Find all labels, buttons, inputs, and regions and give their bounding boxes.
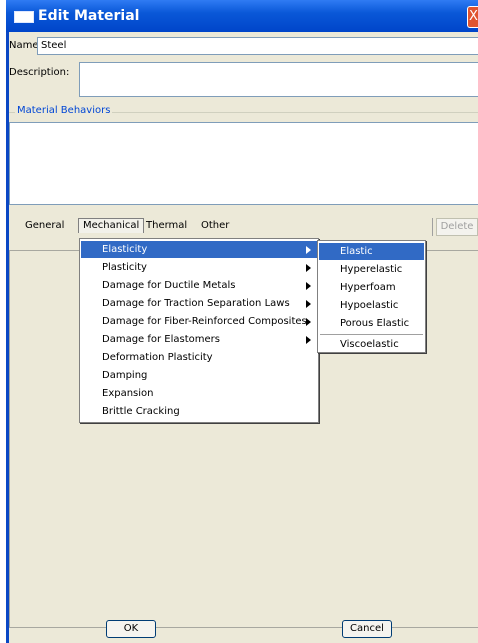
ok-button[interactable]: OK: [106, 620, 156, 638]
menu-item-damage-ductile[interactable]: Damage for Ductile Metals: [81, 277, 317, 294]
behaviors-list[interactable]: [9, 122, 478, 205]
menu-item-damage-traction[interactable]: Damage for Traction Separation Laws: [81, 295, 317, 312]
name-field[interactable]: Steel: [37, 37, 478, 55]
menu-item-plasticity[interactable]: Plasticity: [81, 259, 317, 276]
elasticity-submenu: Elastic Hyperelastic Hyperfoam Hypoelast…: [317, 240, 426, 353]
menu-item-deformation-plasticity[interactable]: Deformation Plasticity: [81, 349, 317, 366]
submenu-arrow-icon: [306, 300, 311, 308]
menu-item-brittle-cracking[interactable]: Brittle Cracking: [81, 403, 317, 420]
delete-button[interactable]: Delete: [436, 218, 478, 236]
submenu-arrow-icon: [306, 318, 311, 326]
submenu-arrow-icon: [306, 336, 311, 344]
menu-other[interactable]: Other: [201, 220, 229, 231]
submenu-item-porous-elastic[interactable]: Porous Elastic: [319, 315, 424, 332]
menu-thermal[interactable]: Thermal: [146, 220, 187, 231]
menubar-separator: [432, 218, 433, 236]
close-icon[interactable]: X: [467, 6, 478, 28]
window-icon: [14, 11, 34, 23]
menu-item-damping[interactable]: Damping: [81, 367, 317, 384]
close-glyph: X: [469, 9, 478, 24]
behavior-menubar: General Mechanical Thermal Other Delete: [9, 216, 478, 238]
submenu-arrow-icon: [306, 282, 311, 290]
submenu-separator: [320, 334, 423, 335]
description-label: Description:: [9, 67, 70, 78]
submenu-item-viscoelastic[interactable]: Viscoelastic: [319, 336, 424, 353]
menu-item-damage-fiber[interactable]: Damage for Fiber-Reinforced Composites: [81, 313, 317, 330]
window-title: Edit Material: [38, 8, 140, 24]
cancel-button[interactable]: Cancel: [342, 620, 392, 638]
mechanical-dropdown: Elasticity Plasticity Damage for Ductile…: [79, 238, 319, 423]
menu-item-damage-elastomers[interactable]: Damage for Elastomers: [81, 331, 317, 348]
title-bar[interactable]: Edit Material X: [6, 0, 478, 32]
menu-general[interactable]: General: [25, 220, 64, 231]
submenu-arrow-icon: [306, 246, 311, 254]
menu-mechanical[interactable]: Mechanical: [78, 218, 145, 233]
menu-item-elasticity[interactable]: Elasticity: [81, 241, 317, 258]
submenu-arrow-icon: [306, 264, 311, 272]
submenu-item-hypoelastic[interactable]: Hypoelastic: [319, 297, 424, 314]
submenu-item-hyperfoam[interactable]: Hyperfoam: [319, 279, 424, 296]
submenu-item-hyperelastic[interactable]: Hyperelastic: [319, 261, 424, 278]
submenu-item-elastic[interactable]: Elastic: [319, 243, 424, 260]
menu-item-expansion[interactable]: Expansion: [81, 385, 317, 402]
behaviors-group-title: Material Behaviors: [15, 105, 113, 116]
description-field[interactable]: [79, 62, 478, 97]
